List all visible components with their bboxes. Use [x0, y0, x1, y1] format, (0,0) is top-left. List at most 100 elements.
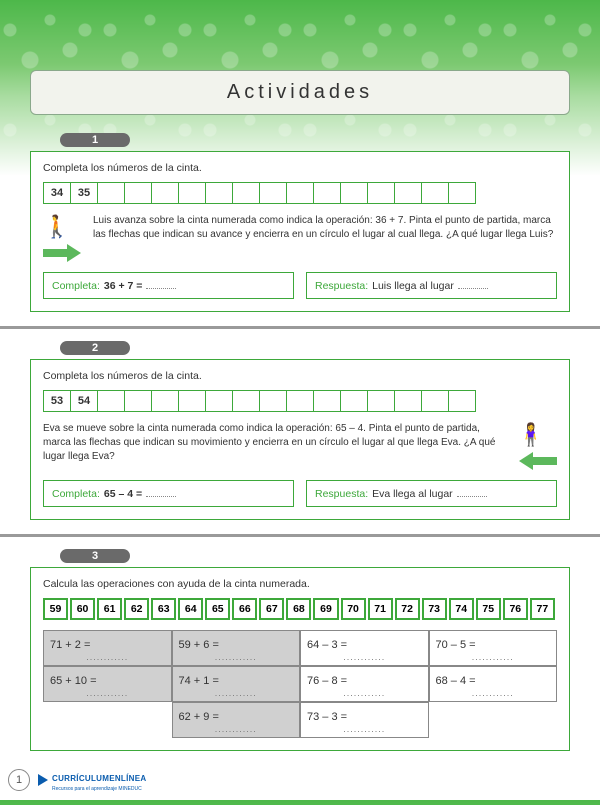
answer-blank[interactable]: ............ — [343, 652, 385, 662]
activity1-completa-box[interactable]: Completa: 36 + 7 = — [43, 272, 294, 299]
blank-input[interactable] — [146, 487, 176, 497]
tape-cell-blank[interactable] — [151, 390, 179, 412]
tape-cell-blank[interactable] — [286, 182, 314, 204]
tape-cell-blank[interactable] — [394, 390, 422, 412]
calc-cell[interactable]: 71 + 2 =............ — [43, 630, 172, 666]
activity2-instruction: Completa los números de la cinta. — [43, 370, 557, 382]
tape-cell: 62 — [124, 598, 149, 620]
activity1-respuesta-box[interactable]: Respuesta: Luis llega al lugar — [306, 272, 557, 299]
tape-cell-blank[interactable] — [421, 182, 449, 204]
answer-blank[interactable]: ............ — [215, 688, 257, 698]
arrow-left-icon — [517, 452, 557, 470]
activity1-story: Luis avanza sobre la cinta numerada como… — [93, 214, 557, 242]
tape-cell-blank[interactable] — [367, 182, 395, 204]
tape-cell: 34 — [43, 182, 71, 204]
blank-input[interactable] — [146, 279, 176, 289]
tape-cell-blank[interactable] — [205, 390, 233, 412]
tape-cell-blank[interactable] — [124, 390, 152, 412]
tape-cell-blank[interactable] — [151, 182, 179, 204]
tape-cell: 68 — [286, 598, 311, 620]
answer-blank[interactable]: ............ — [472, 652, 514, 662]
tape-cell: 70 — [341, 598, 366, 620]
tape-cell-blank[interactable] — [97, 182, 125, 204]
activity2-completa-box[interactable]: Completa: 65 – 4 = — [43, 480, 294, 507]
tape-cell: 64 — [178, 598, 203, 620]
arrow-right-icon — [43, 244, 83, 262]
calc-cell[interactable]: 74 + 1 =............ — [172, 666, 301, 702]
blank-input[interactable] — [457, 487, 487, 497]
tape-cell-blank[interactable] — [259, 182, 287, 204]
answer-blank[interactable]: ............ — [86, 652, 128, 662]
tape-cell: 73 — [422, 598, 447, 620]
tape-cell-blank[interactable] — [394, 182, 422, 204]
calc-cell[interactable]: 65 + 10 =............ — [43, 666, 172, 702]
tape-cell: 74 — [449, 598, 474, 620]
activity-1: Completa los números de la cinta. 3435 🚶… — [30, 151, 570, 312]
tape-cell-blank[interactable] — [124, 182, 152, 204]
tape-cell: 54 — [70, 390, 98, 412]
brand-subtext: Recursos para el aprendizaje MINEDUC — [52, 786, 146, 792]
completa-label: Completa: — [52, 488, 100, 500]
tape-cell-blank[interactable] — [178, 182, 206, 204]
activity-number-3: 3 — [60, 549, 130, 563]
person-walking-block: 🚶 — [43, 214, 83, 262]
person-walking-block: 🧍‍♀️ — [517, 422, 557, 470]
answer-blank[interactable]: ............ — [343, 688, 385, 698]
respuesta-text: Eva llega al lugar — [372, 488, 453, 500]
worksheet-page: Actividades 1 Completa los números de la… — [0, 0, 600, 805]
tape-cell: 66 — [232, 598, 257, 620]
logo-arrow-icon — [38, 774, 48, 786]
tape-cell-blank[interactable] — [313, 182, 341, 204]
tape-cell-blank[interactable] — [448, 182, 476, 204]
tape-cell-blank[interactable] — [340, 182, 368, 204]
tape-cell-blank[interactable] — [286, 390, 314, 412]
activity2-respuesta-box[interactable]: Respuesta: Eva llega al lugar — [306, 480, 557, 507]
tape-cell: 75 — [476, 598, 501, 620]
respuesta-text: Luis llega al lugar — [372, 280, 454, 292]
calc-cell[interactable]: 64 – 3 =............ — [300, 630, 429, 666]
respuesta-label: Respuesta: — [315, 280, 368, 292]
tape-cell-blank[interactable] — [232, 182, 260, 204]
tape-cell-blank[interactable] — [367, 390, 395, 412]
answer-blank[interactable]: ............ — [343, 724, 385, 734]
tape-cell-blank[interactable] — [421, 390, 449, 412]
answer-blank[interactable]: ............ — [215, 724, 257, 734]
calc-cell[interactable]: 76 – 8 =............ — [300, 666, 429, 702]
calc-cell[interactable]: 62 + 9 =............ — [172, 702, 301, 738]
tape-cell: 67 — [259, 598, 284, 620]
tape-cell: 53 — [43, 390, 71, 412]
tape-cell: 65 — [205, 598, 230, 620]
answer-blank[interactable]: ............ — [86, 688, 128, 698]
tape-cell-blank[interactable] — [205, 182, 233, 204]
activity-2: Completa los números de la cinta. 5354 E… — [30, 359, 570, 520]
tape-cell-blank[interactable] — [232, 390, 260, 412]
answer-blank[interactable]: ............ — [215, 652, 257, 662]
tape-cell-blank[interactable] — [97, 390, 125, 412]
completa-label: Completa: — [52, 280, 100, 292]
tape-cell-blank[interactable] — [259, 390, 287, 412]
tape-cell: 35 — [70, 182, 98, 204]
section-divider — [0, 534, 600, 537]
tape-cell: 61 — [97, 598, 122, 620]
tape-cell: 59 — [43, 598, 68, 620]
tape-cell-blank[interactable] — [313, 390, 341, 412]
completa-expr: 36 + 7 = — [104, 280, 143, 292]
tape-cell-blank[interactable] — [178, 390, 206, 412]
tape-cell: 77 — [530, 598, 555, 620]
calc-cell[interactable]: 70 – 5 =............ — [429, 630, 558, 666]
activity2-story: Eva se mueve sobre la cinta numerada com… — [43, 422, 507, 464]
calc-cell[interactable]: 59 + 6 =............ — [172, 630, 301, 666]
completa-expr: 65 – 4 = — [104, 488, 142, 500]
answer-blank[interactable]: ............ — [472, 688, 514, 698]
blank-input[interactable] — [458, 279, 488, 289]
calc-cell[interactable]: 68 – 4 =............ — [429, 666, 558, 702]
tape-cell: 71 — [368, 598, 393, 620]
activity3-instruction: Calcula las operaciones con ayuda de la … — [43, 578, 557, 590]
number-tape-3: 59606162636465666768697071727374757677 — [43, 598, 557, 620]
brand-logo: CURRÍCULUMENLÍNEA Recursos para el apren… — [38, 768, 146, 792]
tape-cell-blank[interactable] — [448, 390, 476, 412]
activity-3: Calcula las operaciones con ayuda de la … — [30, 567, 570, 751]
tape-cell: 60 — [70, 598, 95, 620]
calc-cell[interactable]: 73 – 3 =............ — [300, 702, 429, 738]
tape-cell-blank[interactable] — [340, 390, 368, 412]
